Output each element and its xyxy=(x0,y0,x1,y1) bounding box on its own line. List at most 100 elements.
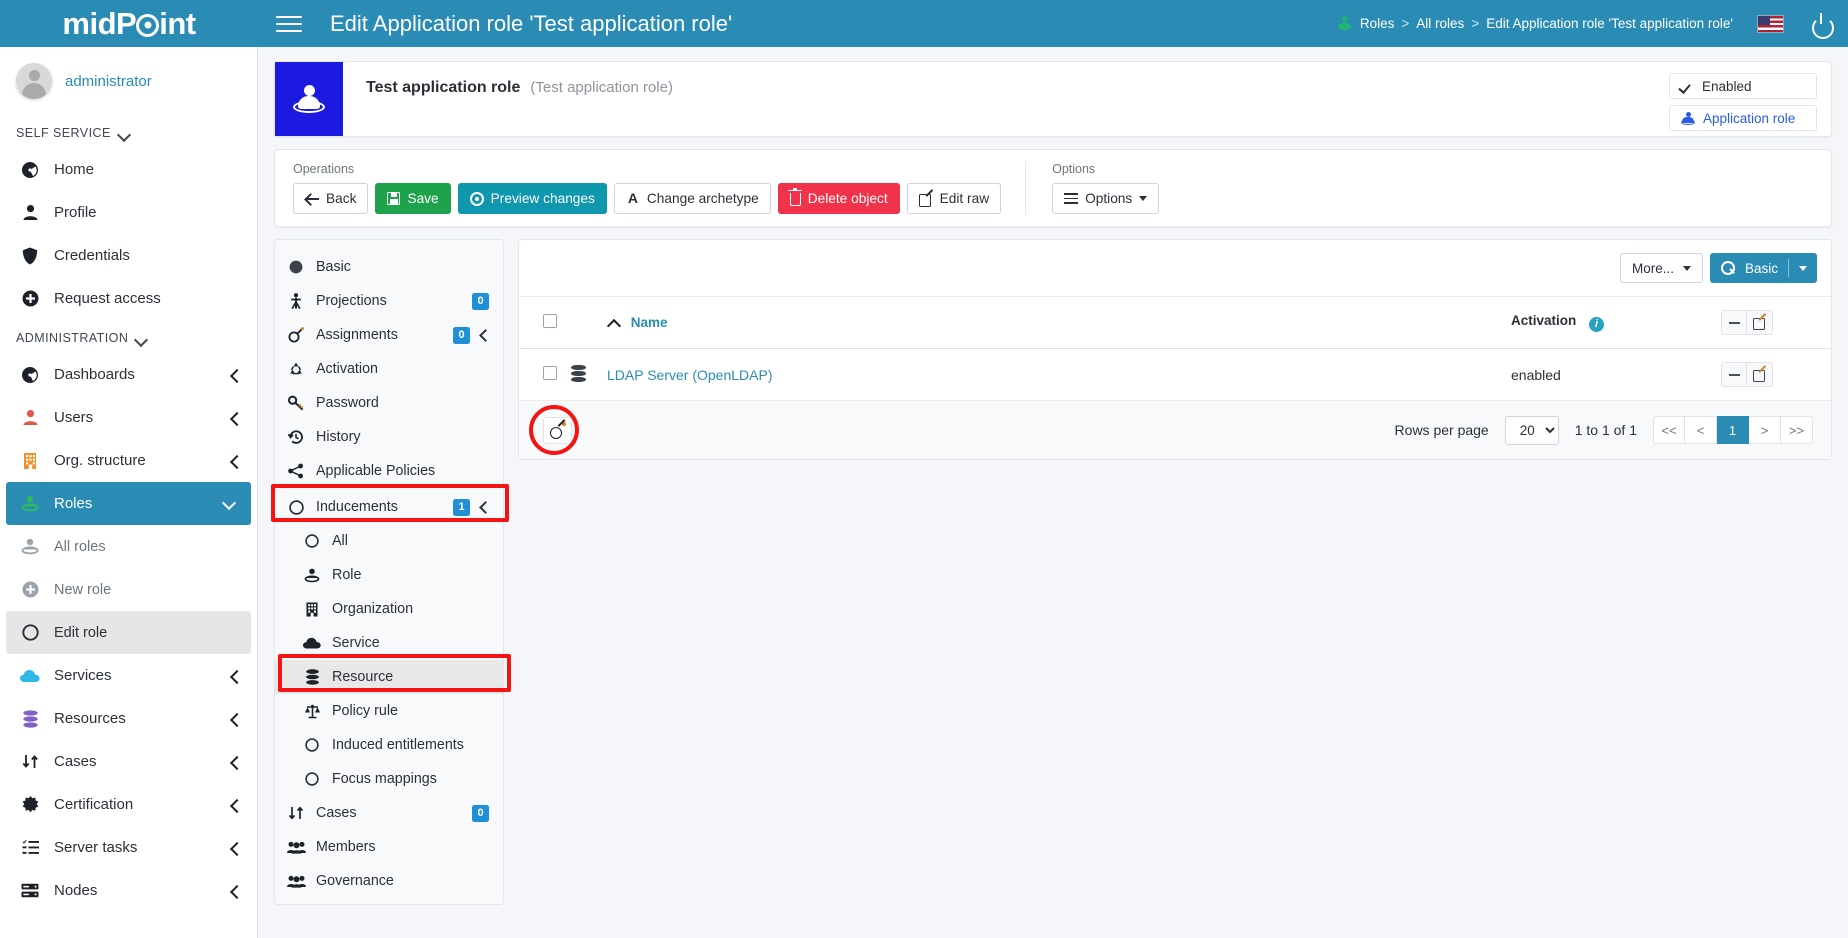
pager-prev[interactable]: < xyxy=(1685,416,1717,444)
sidebar-item-request-access[interactable]: Request access xyxy=(0,277,257,320)
sidebar-item-all-roles[interactable]: All roles xyxy=(0,525,257,568)
sidebar-item-services[interactable]: Services xyxy=(0,654,257,697)
circle-icon xyxy=(301,772,323,786)
menu-item-focus-mappings[interactable]: Focus mappings xyxy=(275,762,503,796)
edit-raw-button[interactable]: Edit raw xyxy=(907,183,1001,214)
logout-power-icon[interactable] xyxy=(1810,13,1832,35)
sidebar-item-label: Resources xyxy=(54,710,126,727)
sidebar-item-cases[interactable]: Cases xyxy=(0,740,257,783)
filled-circle-icon xyxy=(285,260,307,274)
chevron-left-icon xyxy=(479,502,489,512)
menu-item-password[interactable]: Password xyxy=(275,386,503,420)
edit-row-button[interactable] xyxy=(1747,362,1773,387)
sidebar-user-name[interactable]: administrator xyxy=(65,73,152,90)
language-flag-icon[interactable] xyxy=(1757,15,1784,33)
sidebar-item-credentials[interactable]: Credentials xyxy=(0,234,257,277)
sidebar-item-nodes[interactable]: Nodes xyxy=(0,869,257,912)
info-icon[interactable]: i xyxy=(1589,317,1604,332)
sidebar-item-roles[interactable]: Roles xyxy=(6,482,251,525)
tasks-list-icon xyxy=(19,840,41,855)
menu-item-basic[interactable]: Basic xyxy=(275,250,503,284)
row-checkbox[interactable] xyxy=(543,366,557,380)
menu-item-inducements[interactable]: Inducements 1 xyxy=(275,490,503,524)
edit-all-button[interactable] xyxy=(1747,310,1773,335)
sidebar-user-block[interactable]: administrator xyxy=(0,47,257,115)
sidebar-item-label: Server tasks xyxy=(54,839,137,856)
pager-last[interactable]: >> xyxy=(1781,416,1813,444)
menu-item-all[interactable]: All xyxy=(275,524,503,558)
menu-item-role[interactable]: Role xyxy=(275,558,503,592)
breadcrumb-separator: > xyxy=(1471,16,1479,31)
sidebar-item-users[interactable]: Users xyxy=(0,396,257,439)
name-header[interactable]: Name xyxy=(607,297,1511,349)
change-archetype-button[interactable]: A Change archetype xyxy=(614,183,771,214)
status-badge[interactable]: Enabled xyxy=(1669,73,1817,99)
sidebar-item-edit-role[interactable]: Edit role xyxy=(6,611,251,654)
menu-item-resource[interactable]: Resource xyxy=(275,660,503,694)
operations-buttons: Back Save Preview changes A Change arche… xyxy=(293,183,1001,214)
archetype-badge[interactable]: Application role xyxy=(1669,105,1817,131)
sidebar-item-label: Nodes xyxy=(54,882,97,899)
app-logo[interactable]: midPint xyxy=(0,0,258,47)
back-button[interactable]: Back xyxy=(293,183,368,214)
delete-object-button[interactable]: Delete object xyxy=(778,183,900,214)
menu-item-members[interactable]: Members xyxy=(275,830,503,864)
menu-item-governance[interactable]: Governance xyxy=(275,864,503,898)
more-filters-button[interactable]: More... xyxy=(1620,253,1703,283)
caret-down-icon xyxy=(1683,266,1691,271)
eye-icon xyxy=(470,192,484,206)
pager-next[interactable]: > xyxy=(1749,416,1781,444)
sidebar-item-dashboards[interactable]: Dashboards xyxy=(0,353,257,396)
menu-item-label: Organization xyxy=(332,601,413,617)
gear-icon xyxy=(136,14,159,37)
header-action-buttons xyxy=(1721,310,1831,335)
sidebar-section-administration[interactable]: ADMINISTRATION xyxy=(0,320,257,353)
new-inducement-button[interactable] xyxy=(543,417,572,444)
menu-item-history[interactable]: History xyxy=(275,420,503,454)
menu-item-activation[interactable]: Activation xyxy=(275,352,503,386)
menu-toggle-icon[interactable] xyxy=(276,14,302,34)
row-name-link[interactable]: LDAP Server (OpenLDAP) xyxy=(607,367,772,383)
remove-row-button[interactable] xyxy=(1721,362,1747,387)
menu-item-label: Activation xyxy=(316,361,378,377)
menu-item-organization[interactable]: Organization xyxy=(275,592,503,626)
menu-item-assignments[interactable]: Assignments 0 xyxy=(275,318,503,352)
table-row[interactable]: LDAP Server (OpenLDAP) enabled xyxy=(519,349,1831,401)
pager-page-1[interactable]: 1 xyxy=(1717,416,1749,444)
menu-item-applicable-policies[interactable]: Applicable Policies xyxy=(275,454,503,488)
sidebar-item-server-tasks[interactable]: Server tasks xyxy=(0,826,257,869)
menu-item-label: Password xyxy=(316,395,379,411)
select-all-header xyxy=(519,297,571,349)
pager-first[interactable]: << xyxy=(1653,416,1685,444)
arrow-left-icon xyxy=(305,193,319,205)
rows-per-page-select[interactable]: 20 xyxy=(1505,416,1559,445)
select-all-checkbox[interactable] xyxy=(543,314,557,328)
search-mode-button[interactable]: Basic xyxy=(1710,253,1817,283)
archetype-badge-label: Application role xyxy=(1703,111,1795,126)
sidebar-item-home[interactable]: Home xyxy=(0,148,257,191)
breadcrumb-item-all-roles[interactable]: All roles xyxy=(1416,16,1464,31)
save-button[interactable]: Save xyxy=(375,183,450,214)
sidebar-item-resources[interactable]: Resources xyxy=(0,697,257,740)
menu-item-service[interactable]: Service xyxy=(275,626,503,660)
options-button[interactable]: Options xyxy=(1052,183,1159,214)
row-actions-cell xyxy=(1721,349,1831,401)
sidebar-item-new-role[interactable]: New role xyxy=(0,568,257,611)
chevron-left-icon xyxy=(230,370,240,380)
menu-item-cases[interactable]: Cases 0 xyxy=(275,796,503,830)
menu-item-induced-entitlements[interactable]: Induced entitlements xyxy=(275,728,503,762)
breadcrumb-item-roles[interactable]: Roles xyxy=(1360,16,1395,31)
preview-changes-button[interactable]: Preview changes xyxy=(458,183,607,214)
sort-ascending-icon[interactable] xyxy=(607,319,620,328)
menu-item-policy-rule[interactable]: Policy rule xyxy=(275,694,503,728)
sidebar-item-org-structure[interactable]: Org. structure xyxy=(0,439,257,482)
menu-item-projections[interactable]: Projections 0 xyxy=(275,284,503,318)
chevron-left-icon xyxy=(230,456,240,466)
sidebar-item-certification[interactable]: Certification xyxy=(0,783,257,826)
sidebar-item-profile[interactable]: Profile xyxy=(0,191,257,234)
remove-all-button[interactable] xyxy=(1721,310,1747,335)
sidebar-item-label: Cases xyxy=(54,753,97,770)
sidebar-item-label: All roles xyxy=(54,539,106,555)
sidebar-section-self-service[interactable]: SELF SERVICE xyxy=(0,115,257,148)
history-icon xyxy=(285,429,307,445)
